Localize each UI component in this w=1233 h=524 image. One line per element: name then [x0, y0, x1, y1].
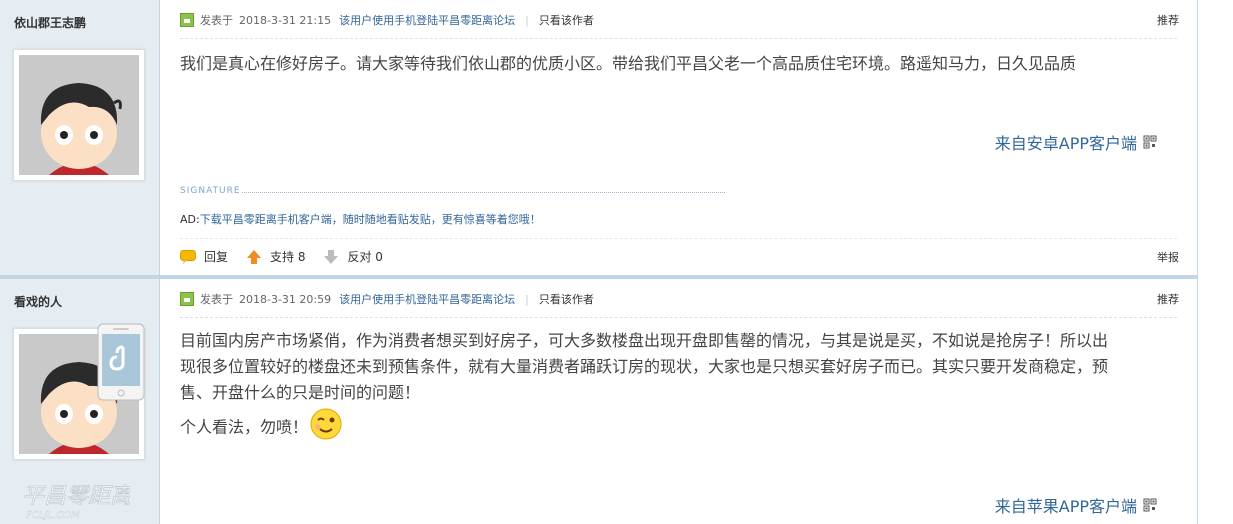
site-watermark-logo: 平昌零距离 PCLJL.COM [22, 484, 130, 521]
arrow-up-icon [247, 249, 262, 264]
support-label: 支持 8 [270, 250, 306, 264]
watermark-sub: PCLJL.COM [26, 510, 80, 521]
qr-code-icon [1143, 135, 1157, 149]
posted-time: 2018-3-31 21:15 [239, 13, 332, 27]
report-link[interactable]: 举报 [1157, 249, 1179, 265]
online-status-icon [180, 13, 194, 27]
from-app-link[interactable]: 来自安卓APP客户端 [995, 130, 1157, 154]
posted-time: 2018-3-31 20:59 [239, 292, 332, 306]
from-app-label: 来自安卓APP客户端 [994, 134, 1137, 153]
divider: | [525, 292, 529, 306]
content-line: 售、开盘什么的只是时间的问题！ [180, 383, 421, 402]
from-app-label: 来自苹果APP客户端 [994, 497, 1137, 516]
oppose-label: 反对 0 [347, 250, 383, 264]
signature-divider [242, 192, 725, 193]
qr-code-icon [1143, 498, 1157, 512]
only-author-link[interactable]: 只看该作者 [539, 291, 594, 307]
from-app-link[interactable]: 来自苹果APP客户端 [995, 493, 1157, 517]
reply-button[interactable]: 回复 [180, 248, 228, 265]
arrow-down-icon [324, 249, 339, 264]
mobile-login-link[interactable]: 该用户使用手机登陆平昌零距离论坛 [339, 12, 515, 28]
mobile-phone-icon [97, 323, 145, 401]
post-content: 目前国内房产市场紧俏，作为消费者想买到好房子，可大多数楼盘出现开盘即售罄的情况，… [180, 328, 1173, 444]
content-tail: 个人看法，勿喷！ [180, 417, 309, 437]
support-button[interactable]: 支持 8 [246, 248, 305, 265]
recommend-link[interactable]: 推荐 [1157, 12, 1179, 28]
content-line-with-emoji: 个人看法，勿喷！ [180, 408, 1173, 444]
watermark-main: 平昌零距离 [22, 484, 130, 509]
recommend-link[interactable]: 推荐 [1157, 291, 1179, 307]
post-meta: 发表于 2018-3-31 20:59 该用户使用手机登陆平昌零距离论坛 | 只… [180, 291, 594, 307]
divider [180, 238, 1177, 239]
oppose-button[interactable]: 反对 0 [323, 248, 383, 265]
post-content: 我们是真心在修好房子。请大家等待我们依山郡的优质小区。带给我们平昌父老一个高品质… [180, 51, 1173, 77]
post-meta: 发表于 2018-3-31 21:15 该用户使用手机登陆平昌零距离论坛 | 只… [180, 12, 594, 28]
ad-link[interactable]: 下载平昌零距离手机客户端，随时随地看贴发贴，更有惊喜等着您哦！ [200, 213, 541, 226]
posted-prefix: 发表于 [200, 14, 233, 27]
post-2: 看戏的人 平昌零距离 PCLJL.COM 发表于 2018-3-31 20:59… [0, 279, 1197, 524]
signature-label: SIGNATURE [180, 186, 241, 196]
divider [180, 38, 1177, 39]
author-sidebar: 依山郡王志鹏 [0, 0, 160, 275]
content-line: 现很多位置较好的楼盘还未到预售条件，就有大量消费者踊跃订房的现状，大家也是只想买… [180, 357, 1109, 376]
content-line: 目前国内房产市场紧俏，作为消费者想买到好房子，可大多数楼盘出现开盘即售罄的情况，… [180, 331, 1109, 350]
author-name-link[interactable]: 看戏的人 [14, 293, 62, 310]
post-main: 发表于 2018-3-31 20:59 该用户使用手机登陆平昌零距离论坛 | 只… [160, 279, 1197, 524]
author-sidebar: 看戏的人 平昌零距离 PCLJL.COM [0, 279, 160, 524]
post-1: 依山郡王志鹏 发表于 2018-3-31 21:15 该用户使用手机登陆平昌零距… [0, 0, 1197, 275]
online-status-icon [180, 292, 194, 306]
post-actions: 回复 支持 8 反对 0 [180, 248, 401, 265]
only-author-link[interactable]: 只看该作者 [539, 12, 594, 28]
ad-line: AD:下载平昌零距离手机客户端，随时随地看贴发贴，更有惊喜等着您哦！ [180, 211, 541, 227]
ad-label: AD: [180, 213, 200, 226]
avatar[interactable] [13, 49, 145, 181]
thread-container: 依山郡王志鹏 发表于 2018-3-31 21:15 该用户使用手机登陆平昌零距… [0, 0, 1198, 524]
divider [180, 317, 1177, 318]
wink-emoji-icon [310, 408, 342, 440]
divider: | [525, 13, 529, 27]
avatar-cartoon-icon [19, 55, 139, 175]
posted-prefix: 发表于 [200, 293, 233, 306]
content-line: 我们是真心在修好房子。请大家等待我们依山郡的优质小区。带给我们平昌父老一个高品质… [180, 54, 1077, 73]
reply-bubble-icon [180, 249, 196, 264]
author-name-link[interactable]: 依山郡王志鹏 [14, 14, 86, 31]
mobile-login-link[interactable]: 该用户使用手机登陆平昌零距离论坛 [339, 291, 515, 307]
post-main: 发表于 2018-3-31 21:15 该用户使用手机登陆平昌零距离论坛 | 只… [160, 0, 1197, 275]
reply-label: 回复 [204, 250, 229, 264]
